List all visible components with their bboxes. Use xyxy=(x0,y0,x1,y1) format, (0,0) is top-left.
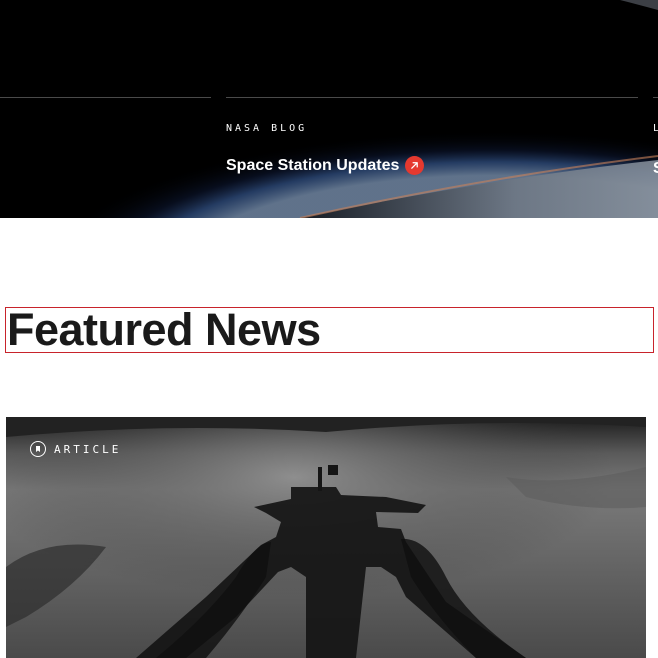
next-card-title[interactable]: S xyxy=(653,160,658,178)
blog-card-title: Space Station Updates xyxy=(226,156,400,174)
hero-band: NASA BLOG Space Station Updates L S xyxy=(0,0,658,218)
featured-news-heading-box: Featured News xyxy=(5,304,654,355)
page: NASA BLOG Space Station Updates L S Feat… xyxy=(0,0,658,658)
hero-divider xyxy=(653,97,658,98)
bookmark-icon xyxy=(30,441,46,457)
hero-divider xyxy=(0,97,211,98)
featured-news-heading: Featured News xyxy=(7,304,321,355)
article-tag: ARTICLE xyxy=(30,441,121,457)
article-tag-label: ARTICLE xyxy=(54,442,122,456)
blog-card-eyebrow: NASA BLOG xyxy=(226,123,308,134)
arrow-up-right-icon xyxy=(405,156,425,175)
earth-horizon-image xyxy=(0,0,658,218)
next-card-eyebrow: L xyxy=(653,123,658,134)
featured-article-card[interactable]: ARTICLE xyxy=(6,417,646,658)
nasa-blog-card[interactable]: NASA BLOG Space Station Updates xyxy=(226,123,425,175)
hero-divider xyxy=(226,97,638,98)
space-station-updates-link[interactable]: Space Station Updates xyxy=(226,156,425,175)
